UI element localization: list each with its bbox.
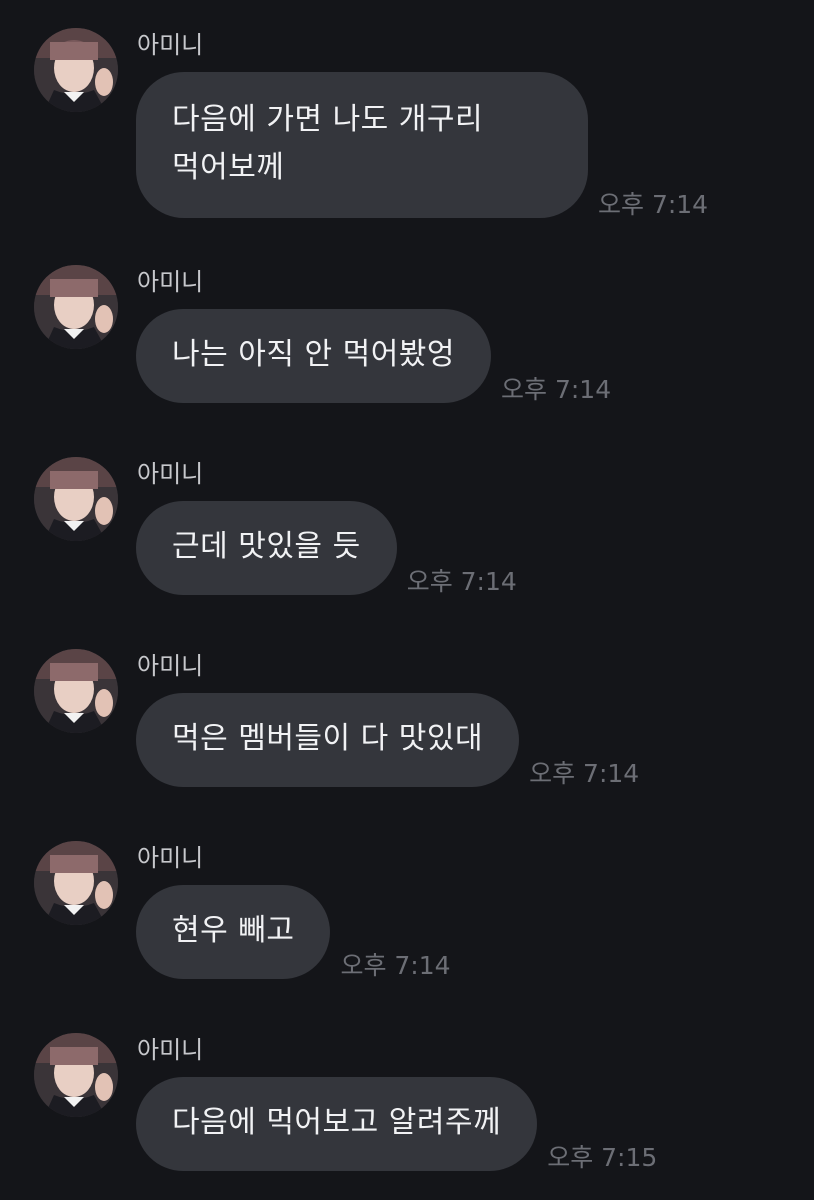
message-time: 오후 7:14: [340, 951, 451, 980]
avatar[interactable]: [34, 1033, 118, 1117]
message-row: 먹은 멤버들이 다 맛있대 오후 7:14: [136, 693, 640, 788]
avatar[interactable]: [34, 265, 118, 349]
message-bubble[interactable]: 다음에 가면 나도 개구리 먹어보께: [136, 72, 588, 218]
sender-name: 아미니: [137, 268, 204, 296]
message-time: 오후 7:15: [547, 1143, 658, 1172]
message-row: 다음에 가면 나도 개구리 먹어보께 오후 7:14: [136, 72, 709, 219]
avatar[interactable]: [34, 841, 118, 925]
sender-name: 아미니: [137, 1036, 204, 1064]
sender-name: 아미니: [137, 652, 204, 680]
message-bubble[interactable]: 나는 아직 안 먹어봤엉: [136, 309, 492, 403]
avatar-photo: [34, 457, 118, 541]
avatar-photo: [34, 265, 118, 349]
message-row: 나는 아직 안 먹어봤엉 오후 7:14: [136, 309, 612, 404]
avatar[interactable]: [34, 457, 118, 541]
message-time: 오후 7:14: [501, 375, 612, 404]
message-time: 오후 7:14: [598, 190, 709, 219]
avatar-photo: [34, 841, 118, 925]
sender-name: 아미니: [137, 460, 204, 488]
message-bubble[interactable]: 근데 맛있을 듯: [136, 501, 397, 595]
message-time: 오후 7:14: [529, 759, 640, 788]
message-bubble[interactable]: 다음에 먹어보고 알려주께: [136, 1077, 538, 1171]
message-row: 현우 빼고 오후 7:14: [136, 885, 451, 980]
message-row: 다음에 먹어보고 알려주께 오후 7:15: [136, 1077, 658, 1172]
avatar[interactable]: [34, 649, 118, 733]
sender-name: 아미니: [137, 31, 204, 59]
avatar[interactable]: [34, 28, 118, 112]
avatar-photo: [34, 1033, 118, 1117]
avatar-photo: [34, 28, 118, 112]
sender-name: 아미니: [137, 844, 204, 872]
message-row: 근데 맛있을 듯 오후 7:14: [136, 501, 517, 596]
message-bubble[interactable]: 먹은 멤버들이 다 맛있대: [136, 693, 520, 787]
message-time: 오후 7:14: [406, 567, 517, 596]
message-bubble[interactable]: 현우 빼고: [136, 885, 331, 979]
avatar-photo: [34, 649, 118, 733]
